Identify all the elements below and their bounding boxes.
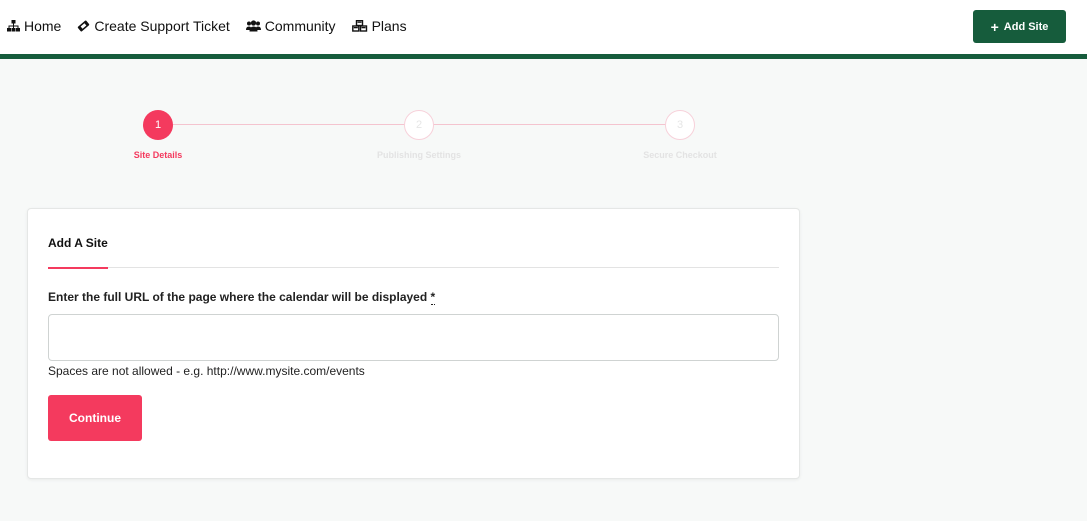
card-title-underline <box>48 267 108 269</box>
header-accent-bar <box>0 54 1087 59</box>
card-divider <box>48 267 779 268</box>
card-title: Add A Site <box>48 236 108 250</box>
step-connector <box>418 124 680 125</box>
main-nav: Home Create Support Ticket Community Pla… <box>7 17 423 35</box>
add-site-label: Add Site <box>1003 20 1049 33</box>
nav-item-community[interactable]: Community <box>245 17 336 35</box>
step-number: 3 <box>676 119 684 131</box>
plus-icon: + <box>990 18 999 35</box>
add-site-button[interactable]: + Add Site <box>973 10 1066 43</box>
step-1-circle[interactable]: 1 <box>143 110 173 140</box>
top-navigation-bar: Home Create Support Ticket Community Pla… <box>0 0 1087 54</box>
sitemap-icon <box>7 20 20 32</box>
nav-item-label: Plans <box>371 18 407 34</box>
step-number: 1 <box>154 119 162 131</box>
step-2-label: Publishing Settings <box>376 150 461 160</box>
nav-item-label: Home <box>24 18 62 34</box>
url-help-text: Spaces are not allowed - e.g. http://www… <box>48 364 365 378</box>
nav-item-create-support-ticket[interactable]: Create Support Ticket <box>77 17 230 35</box>
step-1-label: Site Details <box>133 150 183 160</box>
nav-item-home[interactable]: Home <box>7 17 61 35</box>
url-label-text: Enter the full URL of the page where the… <box>48 290 428 304</box>
step-connector <box>158 124 418 125</box>
step-3-label: Secure Checkout <box>643 150 717 160</box>
ticket-icon <box>78 20 90 32</box>
users-icon <box>245 20 261 32</box>
add-site-card: Add A Site Enter the full URL of the pag… <box>27 208 800 479</box>
cubes-icon <box>351 20 367 32</box>
continue-button[interactable]: Continue <box>48 395 142 441</box>
nav-item-label: Create Support Ticket <box>94 18 230 34</box>
url-input[interactable] <box>48 314 779 361</box>
nav-item-plans[interactable]: Plans <box>351 17 407 35</box>
step-number: 2 <box>415 119 423 131</box>
url-field-label: Enter the full URL of the page where the… <box>48 290 436 305</box>
step-3-circle: 3 <box>665 110 695 140</box>
nav-item-label: Community <box>264 18 336 34</box>
step-2-circle: 2 <box>404 110 434 140</box>
required-marker: * <box>430 290 436 305</box>
